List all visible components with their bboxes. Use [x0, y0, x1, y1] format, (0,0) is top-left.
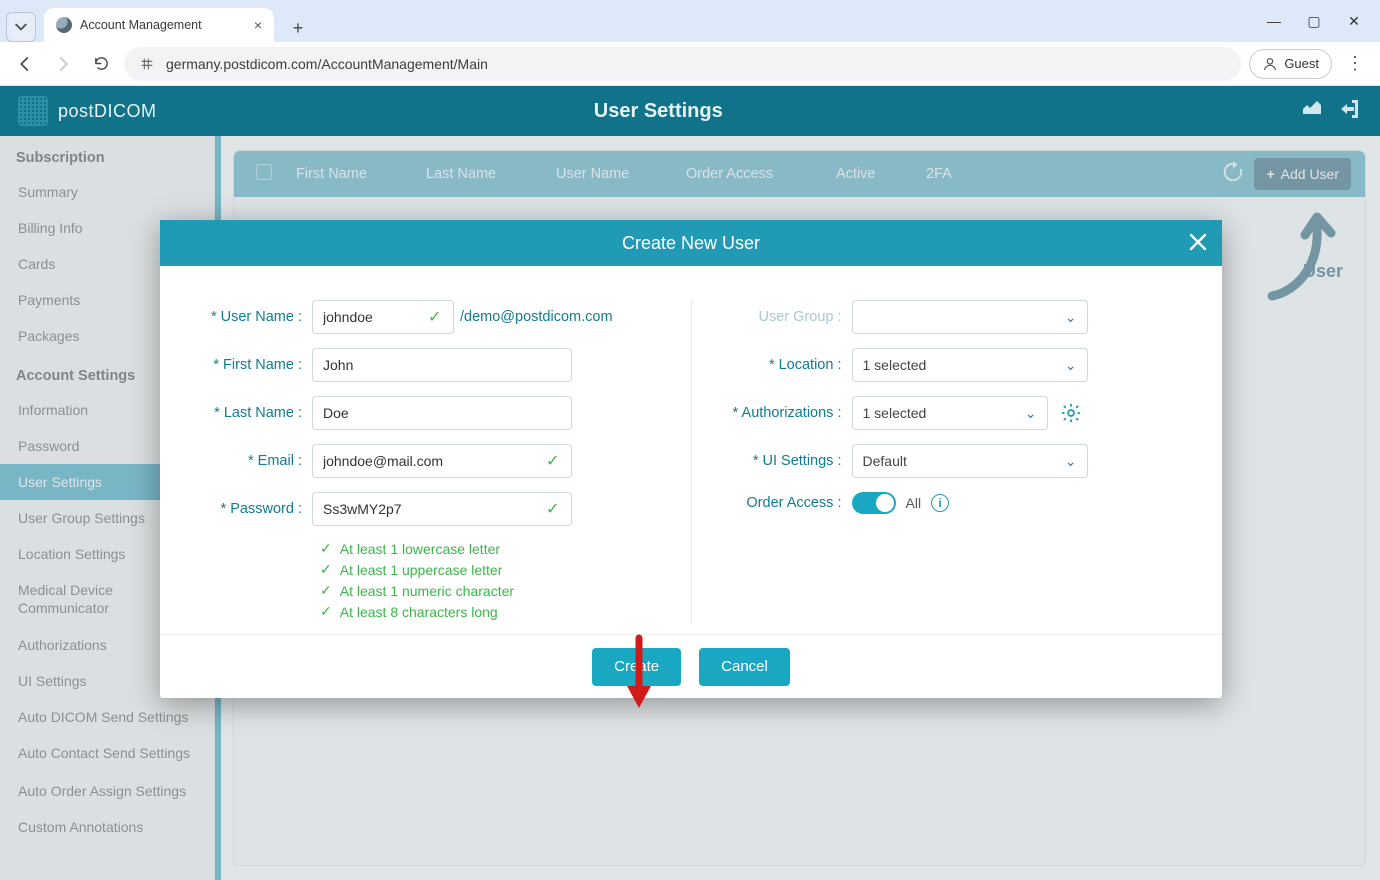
location-select[interactable]: 1 selected ⌄ — [852, 348, 1088, 382]
tabs-dropdown-button[interactable] — [6, 12, 36, 42]
check-icon: ✓ — [320, 540, 332, 557]
label-uisettings: * UI Settings : — [712, 453, 852, 469]
address-bar: germany.postdicom.com/AccountManagement/… — [0, 42, 1380, 86]
chevron-down-icon: ⌄ — [1065, 357, 1077, 374]
url-field[interactable]: germany.postdicom.com/AccountManagement/… — [124, 47, 1241, 81]
password-rule-text: At least 8 characters long — [340, 604, 498, 620]
password-rule-text: At least 1 uppercase letter — [340, 562, 503, 578]
password-rule: ✓ At least 8 characters long — [320, 603, 671, 620]
usergroup-select[interactable]: ⌄ — [852, 300, 1088, 334]
label-username: * User Name : — [200, 309, 312, 325]
upgrade-icon[interactable] — [1300, 97, 1324, 126]
label-firstname: * First Name : — [200, 357, 312, 373]
password-rule: ✓ At least 1 lowercase letter — [320, 540, 671, 557]
label-usergroup: User Group : — [712, 309, 852, 325]
check-icon: ✓ — [320, 603, 332, 620]
label-lastname: * Last Name : — [200, 405, 312, 421]
url-text: germany.postdicom.com/AccountManagement/… — [166, 56, 488, 72]
password-rule-text: At least 1 numeric character — [340, 583, 514, 599]
label-password: * Password : — [200, 501, 312, 517]
label-authorizations: * Authorizations : — [712, 405, 852, 421]
reload-button[interactable] — [86, 49, 116, 79]
check-icon: ✓ — [320, 561, 332, 578]
modal-footer: Create Cancel — [160, 634, 1222, 698]
chevron-down-icon: ⌄ — [1025, 405, 1037, 422]
info-icon[interactable]: i — [931, 494, 949, 512]
profile-guest-chip[interactable]: Guest — [1249, 49, 1332, 79]
chevron-down-icon: ⌄ — [1065, 453, 1077, 470]
check-icon: ✓ — [428, 307, 446, 327]
authorizations-value: 1 selected — [863, 405, 927, 421]
create-user-modal: Create New User * User Name : ✓ /demo@po… — [160, 220, 1222, 698]
minimize-button[interactable]: — — [1266, 13, 1282, 30]
modal-close-button[interactable] — [1186, 230, 1210, 254]
orderaccess-toggle[interactable] — [852, 492, 896, 514]
maximize-button[interactable]: ▢ — [1306, 13, 1322, 30]
back-button[interactable] — [10, 49, 40, 79]
modal-title: Create New User — [622, 233, 760, 254]
app-header: postDICOM User Settings — [0, 86, 1380, 136]
close-window-button[interactable]: ✕ — [1346, 13, 1362, 30]
logo-icon — [18, 96, 48, 126]
page-title: User Settings — [17, 100, 1300, 123]
orderaccess-value: All — [906, 495, 922, 511]
authorizations-select[interactable]: 1 selected ⌄ — [852, 396, 1048, 430]
label-email: * Email : — [200, 453, 312, 469]
uisettings-value: Default — [863, 453, 907, 469]
chevron-down-icon: ⌄ — [1065, 309, 1077, 326]
label-location: * Location : — [712, 357, 852, 373]
authorizations-settings-button[interactable] — [1056, 398, 1086, 428]
check-icon: ✓ — [320, 582, 332, 599]
cancel-button[interactable]: Cancel — [699, 648, 790, 686]
password-input[interactable] — [312, 492, 572, 526]
browser-tab[interactable]: Account Management × — [44, 8, 274, 42]
password-rule: ✓ At least 1 uppercase letter — [320, 561, 671, 578]
location-value: 1 selected — [863, 357, 927, 373]
check-icon: ✓ — [546, 451, 564, 471]
exit-icon[interactable] — [1338, 97, 1362, 126]
tab-title: Account Management — [80, 18, 246, 32]
password-rule: ✓ At least 1 numeric character — [320, 582, 671, 599]
browser-menu-button[interactable]: ⋮ — [1340, 53, 1370, 74]
password-rule-text: At least 1 lowercase letter — [340, 541, 500, 557]
browser-tab-strip: Account Management × + — ▢ ✕ — [0, 0, 1380, 42]
uisettings-select[interactable]: Default ⌄ — [852, 444, 1088, 478]
modal-header: Create New User — [160, 220, 1222, 266]
forward-button[interactable] — [48, 49, 78, 79]
email-input[interactable] — [312, 444, 572, 478]
new-tab-button[interactable]: + — [284, 14, 312, 42]
annotation-arrow-icon — [622, 634, 656, 714]
tab-close-icon[interactable]: × — [254, 17, 262, 33]
guest-label: Guest — [1284, 56, 1319, 71]
lastname-input[interactable] — [312, 396, 572, 430]
favicon-icon — [56, 17, 72, 33]
window-controls: — ▢ ✕ — [1266, 13, 1374, 30]
firstname-input[interactable] — [312, 348, 572, 382]
label-orderaccess: Order Access : — [712, 495, 852, 511]
check-icon: ✓ — [546, 499, 564, 519]
username-domain-suffix: /demo@postdicom.com — [460, 309, 613, 325]
site-info-icon[interactable] — [138, 55, 156, 73]
